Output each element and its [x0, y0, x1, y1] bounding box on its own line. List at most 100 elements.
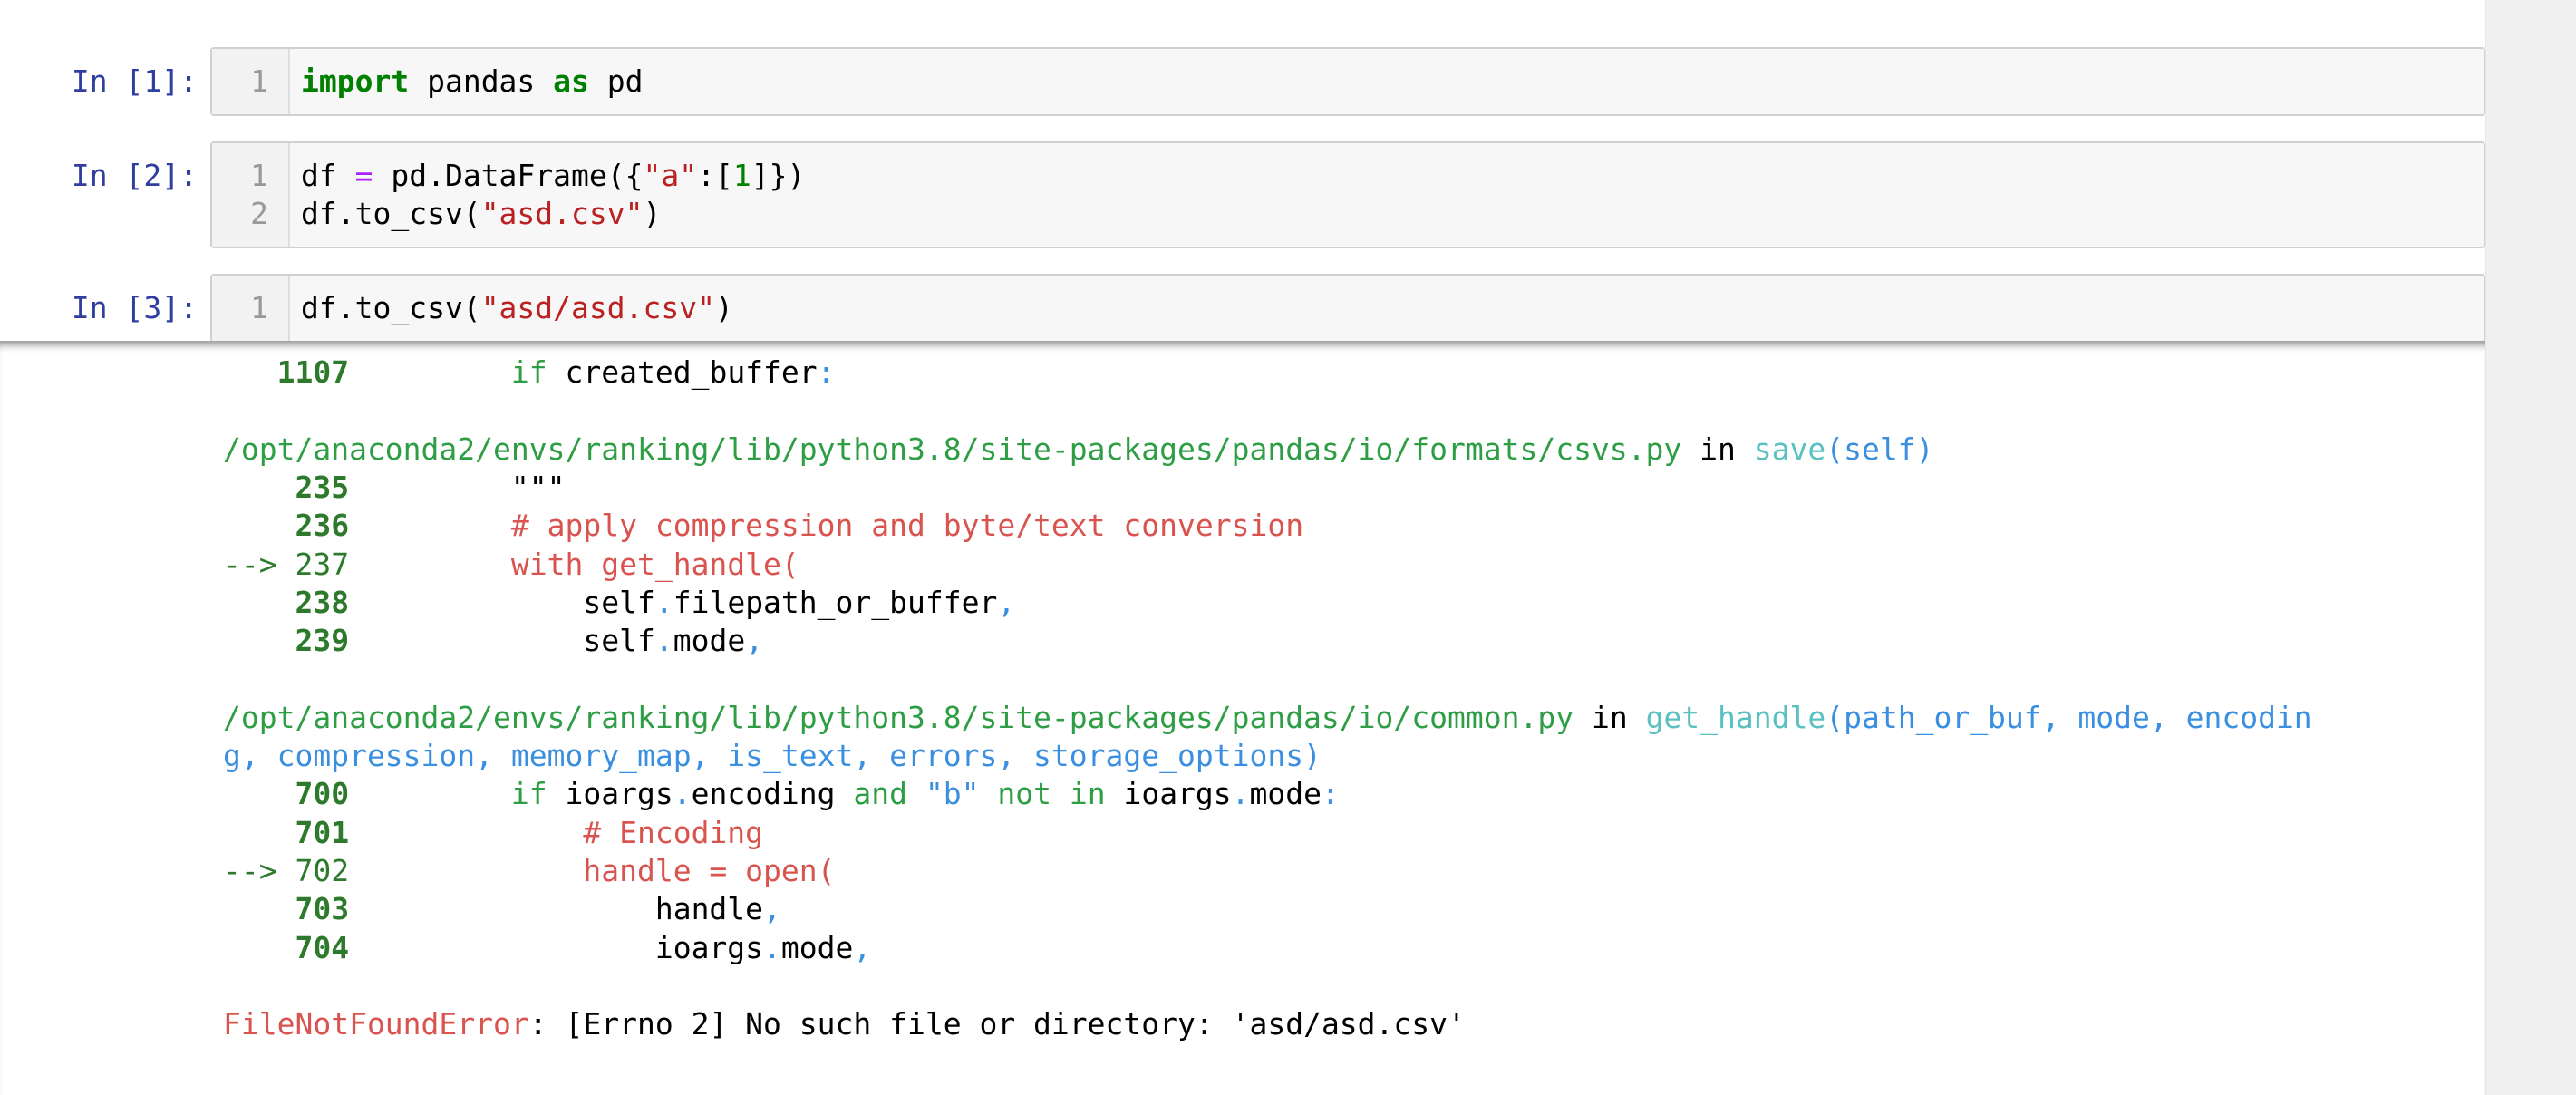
code-token: df.to_csv(	[301, 290, 481, 325]
traceback-token: /opt/anaconda2/envs/ranking/lib/python3.…	[223, 431, 1682, 467]
code-line[interactable]: df = pd.DataFrame({"a":[1]})	[301, 157, 805, 195]
traceback-token: 704	[223, 929, 350, 965]
traceback-token: created_buffer	[547, 354, 818, 390]
traceback-token: 239	[223, 623, 350, 659]
traceback-token: : [Errno 2] No such file or directory: '…	[528, 1006, 1466, 1042]
traceback-token: --> 237	[223, 546, 350, 582]
traceback-token: ,	[997, 584, 1016, 620]
traceback-token: g, compression, memory_map, is_text, err…	[223, 738, 1322, 773]
traceback-token: :	[817, 354, 836, 390]
code-cell-2[interactable]: In [2]: 1 df = pd.DataFrame({"a":[1]}) 2…	[0, 141, 2485, 248]
traceback-token: if	[510, 354, 547, 390]
traceback-token	[349, 354, 511, 390]
traceback-token: .	[673, 776, 692, 812]
traceback-line: 236 # apply compression and byte/text co…	[223, 507, 1303, 545]
traceback-token: mode	[1249, 776, 1322, 812]
code-token: =	[354, 158, 373, 193]
traceback-token: """	[349, 469, 566, 505]
traceback-token: 236	[223, 508, 350, 544]
traceback-output[interactable]: 1107 if created_buffer: /opt/anaconda2/en…	[0, 341, 2485, 1095]
traceback-token: .	[654, 623, 673, 659]
traceback-token: encoding	[691, 776, 854, 812]
code-token: :[	[697, 158, 733, 193]
code-token: "a"	[643, 158, 698, 193]
traceback-token: filepath_or_buffer	[673, 584, 998, 620]
traceback-token: in	[1681, 431, 1754, 467]
traceback-token: .	[654, 584, 673, 620]
traceback-line: 1107 if created_buffer:	[223, 354, 836, 392]
traceback-line: g, compression, memory_map, is_text, err…	[223, 737, 1322, 775]
traceback-token: ,	[763, 891, 781, 927]
traceback-token: handle	[349, 891, 764, 927]
traceback-token: ioargs	[1105, 776, 1232, 812]
traceback-token: (self)	[1825, 431, 1934, 467]
code-input-area[interactable]: 1 df.to_csv("asd/asd.csv")	[210, 274, 2485, 343]
traceback-token: self	[349, 584, 655, 620]
code-line[interactable]: import pandas as pd	[301, 63, 644, 101]
traceback-line: --> 702 handle = open(	[223, 852, 836, 890]
traceback-token: ioargs	[349, 929, 764, 965]
traceback-token: in	[1069, 776, 1106, 812]
traceback-token: 235	[223, 469, 350, 505]
traceback-line: 703 handle,	[223, 890, 781, 928]
code-input-area[interactable]: 1 df = pd.DataFrame({"a":[1]}) 2 df.to_c…	[210, 141, 2485, 248]
code-input-area[interactable]: 1 import pandas as pd	[210, 47, 2485, 116]
code-token: ]})	[751, 158, 806, 193]
traceback-token: get_handle	[1645, 699, 1826, 735]
code-token: import	[301, 63, 410, 99]
traceback-line: 239 self.mode,	[223, 622, 763, 660]
traceback-token: (path_or_buf, mode, encodin	[1825, 699, 2312, 735]
traceback-token: # apply compression and byte/text conver…	[349, 508, 1304, 544]
traceback-token: # Encoding	[349, 814, 764, 850]
traceback-token: if	[510, 776, 547, 812]
traceback-token: ,	[853, 929, 872, 965]
code-token: )	[714, 290, 733, 325]
code-token: 1	[732, 158, 751, 193]
traceback-token: self	[349, 623, 655, 659]
traceback-token: "b"	[907, 776, 998, 812]
code-token: pd	[588, 63, 644, 99]
scrollbar-track[interactable]	[2485, 0, 2576, 1095]
line-number: 1	[250, 63, 268, 99]
traceback-token: ,	[745, 623, 764, 659]
traceback-line: --> 237 with get_handle(	[223, 546, 799, 584]
traceback-line: /opt/anaconda2/envs/ranking/lib/python3.…	[223, 699, 2312, 737]
traceback-token: 700	[223, 776, 350, 812]
traceback-line: 704 ioargs.mode,	[223, 929, 871, 967]
code-token: as	[553, 63, 589, 99]
traceback-token: save	[1753, 431, 1826, 467]
code-line[interactable]: df.to_csv("asd/asd.csv")	[301, 289, 733, 327]
traceback-token: mode	[780, 929, 854, 965]
cell-prompt: In [1]:	[71, 63, 198, 99]
traceback-line: 235 """	[223, 469, 566, 507]
traceback-token: /opt/anaconda2/envs/ranking/lib/python3.…	[223, 699, 1574, 735]
code-token: pd.DataFrame({	[373, 158, 644, 193]
traceback-token: ioargs	[547, 776, 673, 812]
code-line[interactable]: df.to_csv("asd.csv")	[301, 195, 661, 233]
traceback-token: in	[1574, 699, 1646, 735]
traceback-token: :	[1322, 776, 1340, 812]
traceback-token: mode	[673, 623, 746, 659]
traceback-line: 238 self.filepath_or_buffer,	[223, 584, 1015, 622]
traceback-token: and	[853, 776, 908, 812]
traceback-line: /opt/anaconda2/envs/ranking/lib/python3.…	[223, 431, 1933, 469]
cell-prompt: In [3]:	[71, 290, 198, 325]
cell-prompt: In [2]:	[71, 158, 198, 193]
code-token: pandas	[409, 63, 554, 99]
traceback-token: 1107	[223, 354, 350, 390]
code-cell-3[interactable]: In [3]: 1 df.to_csv("asd/asd.csv")	[0, 274, 2485, 343]
code-token: df.to_csv(	[301, 196, 481, 231]
traceback-line: FileNotFoundError: [Errno 2] No such fil…	[223, 1005, 1466, 1043]
code-token: df	[301, 158, 355, 193]
traceback-token	[1051, 776, 1070, 811]
traceback-token: 238	[223, 584, 350, 620]
notebook-page: In [1]: 1 import pandas as pd In [2]: 1 …	[0, 0, 2576, 1095]
code-cell-1[interactable]: In [1]: 1 import pandas as pd	[0, 47, 2485, 116]
code-token: "asd.csv"	[480, 196, 644, 231]
traceback-token: not	[997, 776, 1051, 812]
traceback-token: --> 702	[223, 852, 350, 888]
traceback-line: 700 if ioargs.encoding and "b" not in io…	[223, 775, 1340, 813]
line-number: 1	[250, 290, 268, 325]
code-token: )	[643, 196, 662, 231]
traceback-token: handle = open(	[349, 852, 836, 888]
